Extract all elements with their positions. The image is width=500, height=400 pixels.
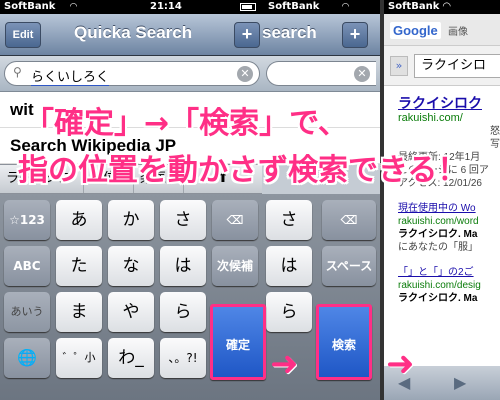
key-wa[interactable]: わ_ (108, 338, 154, 378)
expand-arrow-icon[interactable]: » (390, 56, 408, 76)
search-query: らくいしろく (31, 70, 110, 86)
key-ma[interactable]: ま (56, 292, 102, 332)
globe-icon[interactable]: 🌐 (4, 338, 50, 378)
confirm-key[interactable]: 確定 (210, 304, 266, 380)
search-input[interactable]: ⚲ らくいしろく ✕ (4, 61, 260, 86)
key-punctuation[interactable]: 、。?! (160, 338, 206, 378)
add-button[interactable]: + (234, 22, 260, 48)
result-snippet: にあなたの「服」 (398, 242, 478, 253)
browser-results-screen: SoftBank ◠ Google 画像 » ラクイシロ ラクイシロク raku… (380, 0, 500, 400)
result-url: rakuishi.com/desig (398, 280, 481, 291)
result-title-link[interactable]: ラクイシロク (398, 94, 500, 112)
carrier-label: SoftBank (388, 1, 440, 12)
carrier-label: SoftBank (4, 1, 56, 12)
edit-button[interactable]: Edit (5, 22, 41, 48)
key-abc-mode[interactable]: ABC (4, 246, 50, 286)
key-ka[interactable]: か (108, 200, 154, 240)
search-key[interactable]: 検索 (316, 304, 372, 380)
arrow-right-icon: ➜ (270, 344, 299, 384)
next-candidate-key[interactable]: 次候補 (212, 246, 258, 286)
clear-icon[interactable]: ✕ (354, 66, 370, 82)
space-key[interactable]: スペース (322, 246, 376, 286)
status-bar: SoftBank ◠ (384, 0, 500, 14)
backspace-key[interactable]: ⌫ (322, 200, 376, 240)
key-sa[interactable]: さ (266, 200, 312, 240)
search-bar: ⚲ らくいしろく ✕ ✕ (0, 56, 380, 92)
key-ha[interactable]: は (160, 246, 206, 286)
google-tabs: Google 画像 (384, 14, 500, 46)
wifi-icon: ◠ (342, 2, 349, 12)
key-ya[interactable]: や (108, 292, 154, 332)
result-snippet: ラクイシロク. Ma (398, 293, 478, 304)
caption-line-2: 指の位置を動かさず検索できる！ (18, 153, 468, 188)
add-button-2[interactable]: + (342, 22, 368, 48)
browser-search-input[interactable]: ラクイシロ (414, 54, 500, 78)
key-a[interactable]: あ (56, 200, 102, 240)
search-input-2[interactable]: ✕ (266, 61, 376, 86)
quicka-search-app: SoftBank ◠ 21:14 SoftBank ◠ Edit Quicka … (0, 0, 380, 400)
key-kana-mode[interactable]: あいう (4, 292, 50, 332)
arrow-right-icon: ➜ (386, 344, 415, 384)
result-title-link[interactable]: 現在使用中の Wo (398, 202, 500, 215)
browser-search-bar: » ラクイシロ (384, 46, 500, 86)
result-url: rakuishi.com/word (398, 216, 479, 227)
key-na[interactable]: な (108, 246, 154, 286)
key-number-mode[interactable]: ☆123 (4, 200, 50, 240)
carrier-label-2: SoftBank (268, 1, 320, 12)
result-title-link[interactable]: 「」と「」の2ご (398, 266, 500, 279)
key-ra[interactable]: ら (160, 292, 206, 332)
key-dakuten[interactable]: ゛゜小 (56, 338, 102, 378)
forward-icon[interactable]: ▶ (454, 373, 466, 392)
wifi-icon: ◠ (442, 1, 451, 12)
battery-icon (240, 3, 256, 11)
page-title-partial: search (262, 23, 317, 42)
status-bar: SoftBank ◠ 21:14 SoftBank ◠ (0, 0, 380, 14)
result-url: rakuishi.com/ (398, 112, 463, 124)
backspace-key[interactable]: ⌫ (212, 200, 258, 240)
nav-bar: Edit Quicka Search + search + (0, 14, 380, 56)
clear-icon[interactable]: ✕ (237, 66, 253, 82)
clock: 21:14 (150, 1, 182, 12)
wifi-icon: ◠ (70, 2, 77, 12)
key-sa[interactable]: さ (160, 200, 206, 240)
key-ha[interactable]: は (266, 246, 312, 286)
key-ta[interactable]: た (56, 246, 102, 286)
key-ra[interactable]: ら (266, 292, 312, 332)
tab-images[interactable]: 画像 (448, 23, 468, 38)
google-logo[interactable]: Google (390, 22, 441, 39)
search-results: ラクイシロク rakuishi.com/ 怒ろ 写真 最終更新: 12年1月 こ… (398, 94, 500, 305)
result-snippet: ラクイシロク. Ma (398, 229, 478, 240)
search-icon: ⚲ (13, 65, 22, 79)
keyboard: ☆123 あ か さ ⌫ さ ⌫ ABC た な は 次候補 は スペース あい… (0, 194, 380, 400)
page-title: Quicka Search (74, 23, 193, 42)
result-snippet: 怒ろ (490, 126, 500, 137)
caption-line-1: 「確定」→「検索」で、 (24, 106, 348, 141)
